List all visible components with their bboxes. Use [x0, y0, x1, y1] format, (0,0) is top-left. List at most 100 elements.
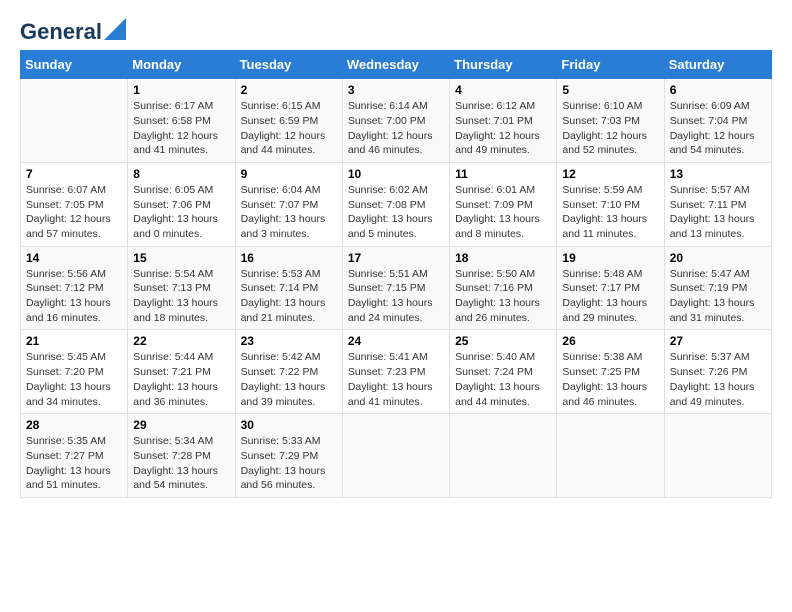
day-number: 27 — [670, 334, 766, 348]
day-info: Sunrise: 5:57 AMSunset: 7:11 PMDaylight:… — [670, 183, 766, 242]
calendar-cell: 17Sunrise: 5:51 AMSunset: 7:15 PMDayligh… — [342, 246, 449, 330]
day-number: 14 — [26, 251, 122, 265]
day-info: Sunrise: 6:10 AMSunset: 7:03 PMDaylight:… — [562, 99, 658, 158]
calendar-cell — [664, 414, 771, 498]
day-info: Sunrise: 6:15 AMSunset: 6:59 PMDaylight:… — [241, 99, 337, 158]
day-number: 26 — [562, 334, 658, 348]
day-info: Sunrise: 5:59 AMSunset: 7:10 PMDaylight:… — [562, 183, 658, 242]
col-header-friday: Friday — [557, 51, 664, 79]
week-row-3: 14 Sunrise: 5:56 AMSunset: 7:12 PMDayligh… — [21, 246, 772, 330]
day-number: 8 — [133, 167, 229, 181]
calendar-cell: 22Sunrise: 5:44 AMSunset: 7:21 PMDayligh… — [128, 330, 235, 414]
day-info: Sunrise: 5:56 AMSunset: 7:12 PMDaylight:… — [26, 267, 122, 326]
calendar-cell — [557, 414, 664, 498]
calendar-cell: 21 Sunrise: 5:45 AMSunset: 7:20 PMDayligh… — [21, 330, 128, 414]
day-info: Sunrise: 5:45 AMSunset: 7:20 PMDaylight:… — [26, 350, 122, 409]
day-number: 9 — [241, 167, 337, 181]
day-number: 24 — [348, 334, 444, 348]
calendar-cell: 6 Sunrise: 6:09 AMSunset: 7:04 PMDaylight… — [664, 79, 771, 163]
day-info: Sunrise: 6:04 AMSunset: 7:07 PMDaylight:… — [241, 183, 337, 242]
calendar-cell: 10 Sunrise: 6:02 AMSunset: 7:08 PMDayligh… — [342, 162, 449, 246]
day-number: 2 — [241, 83, 337, 97]
calendar-table: SundayMondayTuesdayWednesdayThursdayFrid… — [20, 50, 772, 498]
day-number: 5 — [562, 83, 658, 97]
calendar-cell: 5 Sunrise: 6:10 AMSunset: 7:03 PMDaylight… — [557, 79, 664, 163]
week-row-1: 1 Sunrise: 6:17 AMSunset: 6:58 PMDaylight… — [21, 79, 772, 163]
col-header-thursday: Thursday — [450, 51, 557, 79]
calendar-cell: 28Sunrise: 5:35 AMSunset: 7:27 PMDayligh… — [21, 414, 128, 498]
day-number: 7 — [26, 167, 122, 181]
day-number: 15 — [133, 251, 229, 265]
calendar-cell: 23 Sunrise: 5:42 AMSunset: 7:22 PMDayligh… — [235, 330, 342, 414]
day-info: Sunrise: 6:02 AMSunset: 7:08 PMDaylight:… — [348, 183, 444, 242]
day-number: 10 — [348, 167, 444, 181]
calendar-cell: 11Sunrise: 6:01 AMSunset: 7:09 PMDayligh… — [450, 162, 557, 246]
day-info: Sunrise: 6:01 AMSunset: 7:09 PMDaylight:… — [455, 183, 551, 242]
day-number: 30 — [241, 418, 337, 432]
day-info: Sunrise: 5:42 AMSunset: 7:22 PMDaylight:… — [241, 350, 337, 409]
day-info: Sunrise: 5:41 AMSunset: 7:23 PMDaylight:… — [348, 350, 444, 409]
day-info: Sunrise: 6:12 AMSunset: 7:01 PMDaylight:… — [455, 99, 551, 158]
calendar-cell: 24 Sunrise: 5:41 AMSunset: 7:23 PMDayligh… — [342, 330, 449, 414]
day-info: Sunrise: 5:47 AMSunset: 7:19 PMDaylight:… — [670, 267, 766, 326]
logo-icon — [104, 18, 126, 40]
day-number: 3 — [348, 83, 444, 97]
calendar-cell: 7 Sunrise: 6:07 AMSunset: 7:05 PMDaylight… — [21, 162, 128, 246]
calendar-cell: 14 Sunrise: 5:56 AMSunset: 7:12 PMDayligh… — [21, 246, 128, 330]
calendar-cell: 2 Sunrise: 6:15 AMSunset: 6:59 PMDaylight… — [235, 79, 342, 163]
day-number: 17 — [348, 251, 444, 265]
day-number: 28 — [26, 418, 122, 432]
calendar-cell: 25 Sunrise: 5:40 AMSunset: 7:24 PMDayligh… — [450, 330, 557, 414]
day-number: 25 — [455, 334, 551, 348]
col-header-sunday: Sunday — [21, 51, 128, 79]
day-info: Sunrise: 5:34 AMSunset: 7:28 PMDaylight:… — [133, 434, 229, 493]
day-number: 21 — [26, 334, 122, 348]
day-number: 13 — [670, 167, 766, 181]
day-info: Sunrise: 6:14 AMSunset: 7:00 PMDaylight:… — [348, 99, 444, 158]
day-info: Sunrise: 5:40 AMSunset: 7:24 PMDaylight:… — [455, 350, 551, 409]
col-header-monday: Monday — [128, 51, 235, 79]
day-info: Sunrise: 6:17 AMSunset: 6:58 PMDaylight:… — [133, 99, 229, 158]
calendar-cell: 18 Sunrise: 5:50 AMSunset: 7:16 PMDayligh… — [450, 246, 557, 330]
calendar-cell: 15 Sunrise: 5:54 AMSunset: 7:13 PMDayligh… — [128, 246, 235, 330]
day-info: Sunrise: 5:33 AMSunset: 7:29 PMDaylight:… — [241, 434, 337, 493]
week-row-2: 7 Sunrise: 6:07 AMSunset: 7:05 PMDaylight… — [21, 162, 772, 246]
day-info: Sunrise: 5:44 AMSunset: 7:21 PMDaylight:… — [133, 350, 229, 409]
week-row-4: 21 Sunrise: 5:45 AMSunset: 7:20 PMDayligh… — [21, 330, 772, 414]
day-number: 23 — [241, 334, 337, 348]
calendar-cell: 9 Sunrise: 6:04 AMSunset: 7:07 PMDaylight… — [235, 162, 342, 246]
calendar-cell: 26 Sunrise: 5:38 AMSunset: 7:25 PMDayligh… — [557, 330, 664, 414]
day-number: 1 — [133, 83, 229, 97]
day-info: Sunrise: 5:53 AMSunset: 7:14 PMDaylight:… — [241, 267, 337, 326]
calendar-header: SundayMondayTuesdayWednesdayThursdayFrid… — [21, 51, 772, 79]
day-info: Sunrise: 6:09 AMSunset: 7:04 PMDaylight:… — [670, 99, 766, 158]
day-info: Sunrise: 6:07 AMSunset: 7:05 PMDaylight:… — [26, 183, 122, 242]
day-info: Sunrise: 5:37 AMSunset: 7:26 PMDaylight:… — [670, 350, 766, 409]
week-row-5: 28Sunrise: 5:35 AMSunset: 7:27 PMDayligh… — [21, 414, 772, 498]
calendar-cell: 8Sunrise: 6:05 AMSunset: 7:06 PMDaylight… — [128, 162, 235, 246]
calendar-cell: 27 Sunrise: 5:37 AMSunset: 7:26 PMDayligh… — [664, 330, 771, 414]
calendar-cell: 30 Sunrise: 5:33 AMSunset: 7:29 PMDayligh… — [235, 414, 342, 498]
calendar-cell: 1 Sunrise: 6:17 AMSunset: 6:58 PMDaylight… — [128, 79, 235, 163]
day-number: 20 — [670, 251, 766, 265]
day-number: 29 — [133, 418, 229, 432]
day-info: Sunrise: 5:54 AMSunset: 7:13 PMDaylight:… — [133, 267, 229, 326]
day-info: Sunrise: 5:38 AMSunset: 7:25 PMDaylight:… — [562, 350, 658, 409]
day-info: Sunrise: 5:50 AMSunset: 7:16 PMDaylight:… — [455, 267, 551, 326]
day-number: 19 — [562, 251, 658, 265]
day-number: 16 — [241, 251, 337, 265]
calendar-cell: 4Sunrise: 6:12 AMSunset: 7:01 PMDaylight… — [450, 79, 557, 163]
day-number: 18 — [455, 251, 551, 265]
calendar-cell: 13 Sunrise: 5:57 AMSunset: 7:11 PMDayligh… — [664, 162, 771, 246]
calendar-cell — [21, 79, 128, 163]
day-number: 6 — [670, 83, 766, 97]
calendar-cell: 19Sunrise: 5:48 AMSunset: 7:17 PMDayligh… — [557, 246, 664, 330]
calendar-cell: 3 Sunrise: 6:14 AMSunset: 7:00 PMDaylight… — [342, 79, 449, 163]
page-header: General — [20, 20, 772, 40]
calendar-cell: 12Sunrise: 5:59 AMSunset: 7:10 PMDayligh… — [557, 162, 664, 246]
calendar-cell: 20 Sunrise: 5:47 AMSunset: 7:19 PMDayligh… — [664, 246, 771, 330]
calendar-cell: 29 Sunrise: 5:34 AMSunset: 7:28 PMDayligh… — [128, 414, 235, 498]
col-header-wednesday: Wednesday — [342, 51, 449, 79]
col-header-saturday: Saturday — [664, 51, 771, 79]
calendar-cell: 16 Sunrise: 5:53 AMSunset: 7:14 PMDayligh… — [235, 246, 342, 330]
